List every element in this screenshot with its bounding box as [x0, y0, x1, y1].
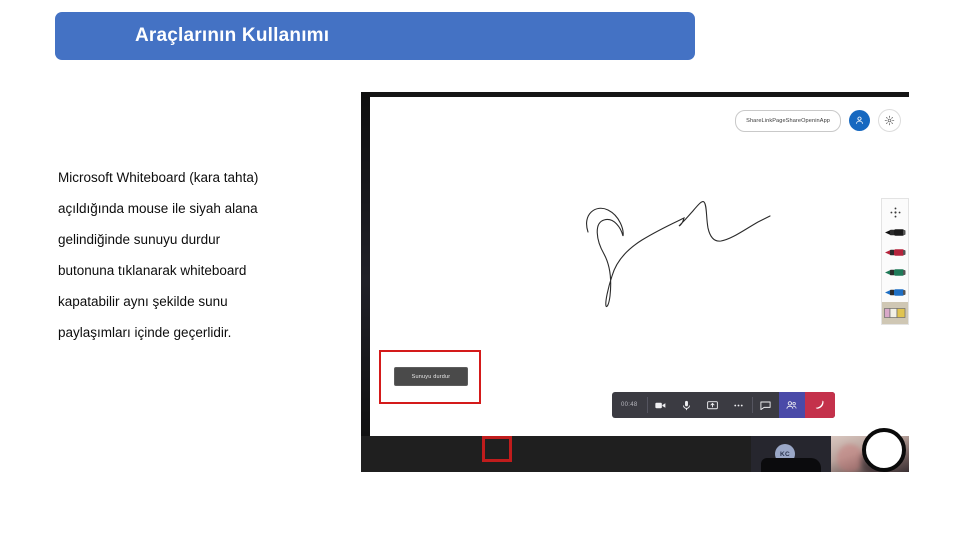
- cursor-highlight-ring: [862, 428, 906, 472]
- stop-presenting-button[interactable]: Sunuyu durdur: [394, 367, 468, 386]
- pen-green-button[interactable]: [883, 262, 907, 282]
- embedded-screenshot: ShareLinkPageShareOpeninApp Sunuyu durdu…: [361, 92, 909, 472]
- pen-icon: [884, 248, 905, 256]
- body-line: açıldığında mouse ile siyah alana: [58, 201, 258, 216]
- pen-icon: [884, 268, 905, 276]
- microphone-icon: [683, 400, 690, 410]
- people-icon: [786, 400, 797, 409]
- share-link-button[interactable]: ShareLinkPageShareOpeninApp: [735, 109, 841, 132]
- screenshot-left-edge: [361, 92, 370, 436]
- pen-settings-button[interactable]: [883, 202, 907, 222]
- share-link-label: ShareLinkPageShareOpeninApp: [746, 117, 830, 124]
- call-timer: 00:48: [621, 402, 638, 408]
- whiteboard-settings-button[interactable]: [878, 109, 901, 132]
- account-avatar[interactable]: [849, 110, 870, 131]
- hangup-icon: [815, 400, 824, 409]
- body-line: gelindiğinde sunuyu durdur: [58, 232, 221, 247]
- pen-blue-button[interactable]: [883, 282, 907, 302]
- stop-presenting-label: Sunuyu durdur: [411, 373, 451, 380]
- eraser-button[interactable]: [882, 302, 908, 324]
- teams-call-control-bar[interactable]: 00:48: [612, 392, 835, 418]
- eraser-icon: [884, 308, 906, 318]
- red-annotation-box: [482, 436, 512, 462]
- pen-settings-icon: [890, 207, 900, 217]
- gear-icon: [884, 115, 895, 126]
- slide-body-text: Microsoft Whiteboard (kara tahta) açıldı…: [58, 162, 334, 348]
- microphone-toggle-button[interactable]: [674, 392, 700, 418]
- body-line: butonuna tıklanarak whiteboard: [58, 263, 247, 278]
- page-title: Araçlarının Kullanımı: [135, 25, 330, 46]
- chat-button[interactable]: [753, 392, 779, 418]
- body-line: paylaşımları içinde geçerlidir.: [58, 325, 232, 340]
- pen-icon: [884, 228, 905, 236]
- body-line: Microsoft Whiteboard (kara tahta): [58, 170, 259, 185]
- person-icon: [856, 116, 863, 124]
- chat-icon: [760, 401, 771, 410]
- ellipsis-icon: [734, 404, 743, 406]
- webcam-blur-blob: [837, 444, 863, 472]
- participants-button[interactable]: [778, 392, 805, 418]
- share-screen-icon: [707, 400, 718, 409]
- whiteboard-ink-stroke: [586, 201, 771, 308]
- pen-red-button[interactable]: [883, 242, 907, 262]
- tile-foreground-shadow: [761, 458, 821, 472]
- camera-toggle-button[interactable]: [648, 392, 674, 418]
- pen-icon: [884, 288, 905, 296]
- share-screen-button[interactable]: [700, 392, 726, 418]
- pen-toolbar[interactable]: [881, 198, 909, 325]
- more-options-button[interactable]: [726, 392, 752, 418]
- slide-title-banner: Araçlarının Kullanımı: [55, 12, 695, 60]
- avatar-initials: KC: [780, 450, 790, 458]
- hang-up-button[interactable]: [804, 392, 835, 418]
- camera-icon: [655, 402, 666, 408]
- pen-black-button[interactable]: [883, 222, 907, 242]
- body-line: kapatabilir aynı şekilde sunu: [58, 294, 228, 309]
- whiteboard-top-controls: ShareLinkPageShareOpeninApp: [735, 109, 901, 132]
